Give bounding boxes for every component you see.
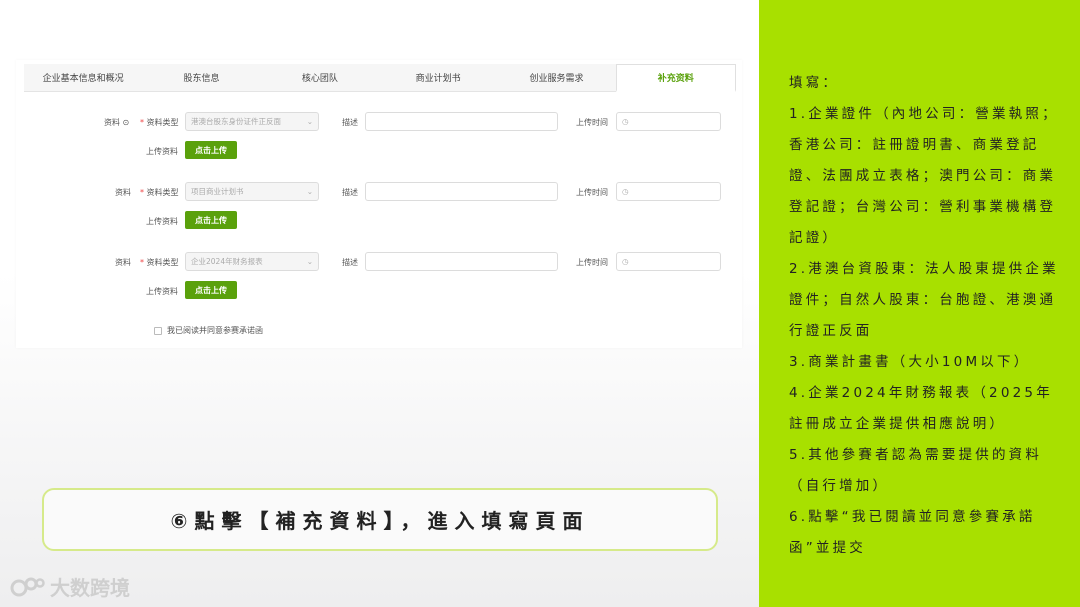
tab-company-info[interactable]: 企业基本信息和概况 [24,64,142,91]
material-label: 资料 [115,258,131,267]
description-input[interactable] [365,182,558,201]
upload-time-label: 上传时间 [576,118,608,127]
material-label: 资料 [115,188,131,197]
chevron-down-icon: ⌄ [306,187,313,196]
upload-time-picker[interactable]: ◷ [616,252,721,271]
material-type-select[interactable]: 港澳台股东身份证件正反面 ⌄ [185,112,319,131]
upload-label: 上传资料 [146,147,178,156]
description-input[interactable] [365,112,558,131]
tab-service-needs[interactable]: 创业服务需求 [497,64,615,91]
panel-item: 3.商業計畫書（大小10M以下） [789,354,1031,370]
logo-icon [10,577,45,596]
upload-label: 上传资料 [146,287,178,296]
panel-heading: 填寫： [789,75,840,91]
tab-bar: 企业基本信息和概况 股东信息 核心团队 商业计划书 创业服务需求 补充资料 [24,64,736,92]
agreement-checkbox[interactable] [154,326,162,335]
logo-text: 大数跨境 [50,576,130,600]
description-label: 描述 [342,258,358,267]
agreement-label: 我已阅读并同意参赛承诺函 [167,326,263,335]
upload-button[interactable]: 点击上传 [185,211,237,229]
panel-item: 2.港澳台資股東：法人股東提供企業證件；自然人股東：台胞證、港澳通行證正反面 [789,261,1059,339]
panel-item: 4.企業2024年財務報表（2025年註冊成立企業提供相應說明） [789,385,1053,432]
upload-button[interactable]: 点击上传 [185,281,237,299]
panel-item: 6.點擊“我已閱讀並同意參賽承諾函”並提交 [789,509,1036,556]
tab-business-plan[interactable]: 商业计划书 [379,64,497,91]
upload-row: 上传资料 点击上传 [16,211,742,231]
chevron-down-icon: ⌄ [306,117,313,126]
material-row: 资料 * 资料类型 企业2024年财务报表 ⌄ 描述 上传时间 ◷ [16,252,742,272]
material-type-select[interactable]: 项目商业计划书 ⌄ [185,182,319,201]
instruction-panel: 填寫： 1.企業證件（內地公司：營業執照；香港公司：註冊證明書、商業登記證、法團… [759,0,1080,607]
clock-icon: ◷ [622,257,629,266]
material-type-label: * 资料类型 [140,188,179,197]
upload-row: 上传资料 点击上传 [16,281,742,301]
material-label: 资料 ⊙ [104,118,130,127]
upload-time-label: 上传时间 [576,188,608,197]
material-type-label: * 资料类型 [140,258,179,267]
brand-logo: 大数跨境 [10,572,130,601]
chevron-down-icon: ⌄ [306,257,313,266]
panel-item: 5.其他參賽者認為需要提供的資料（自行增加） [789,447,1043,494]
upload-time-label: 上传时间 [576,258,608,267]
agreement-checkbox-row[interactable]: 我已阅读并同意参赛承诺函 [154,325,263,336]
tab-core-team[interactable]: 核心团队 [261,64,379,91]
upload-row: 上传资料 点击上传 [16,141,742,161]
clock-icon: ◷ [622,187,629,196]
callout-text: ⑥點擊【補充資料】，進入填寫頁面 [170,509,590,533]
form-screenshot: 企业基本信息和概况 股东信息 核心团队 商业计划书 创业服务需求 补充资料 资料… [16,60,742,348]
tab-shareholders[interactable]: 股东信息 [142,64,260,91]
description-label: 描述 [342,118,358,127]
upload-button[interactable]: 点击上传 [185,141,237,159]
material-type-select[interactable]: 企业2024年财务报表 ⌄ [185,252,319,271]
tab-supplementary[interactable]: 补充资料 [615,64,736,92]
upload-time-picker[interactable]: ◷ [616,182,721,201]
upload-time-picker[interactable]: ◷ [616,112,721,131]
description-label: 描述 [342,188,358,197]
description-input[interactable] [365,252,558,271]
clock-icon: ◷ [622,117,629,126]
upload-label: 上传资料 [146,217,178,226]
panel-item: 1.企業證件（內地公司：營業執照；香港公司：註冊證明書、商業登記證、法團成立表格… [789,106,1059,246]
instruction-callout: ⑥點擊【補充資料】，進入填寫頁面 [42,488,718,551]
material-row: 资料 ⊙ * 资料类型 港澳台股东身份证件正反面 ⌄ 描述 上传时间 ◷ [16,112,742,132]
material-type-label: * 资料类型 [140,118,179,127]
material-row: 资料 * 资料类型 项目商业计划书 ⌄ 描述 上传时间 ◷ [16,182,742,202]
